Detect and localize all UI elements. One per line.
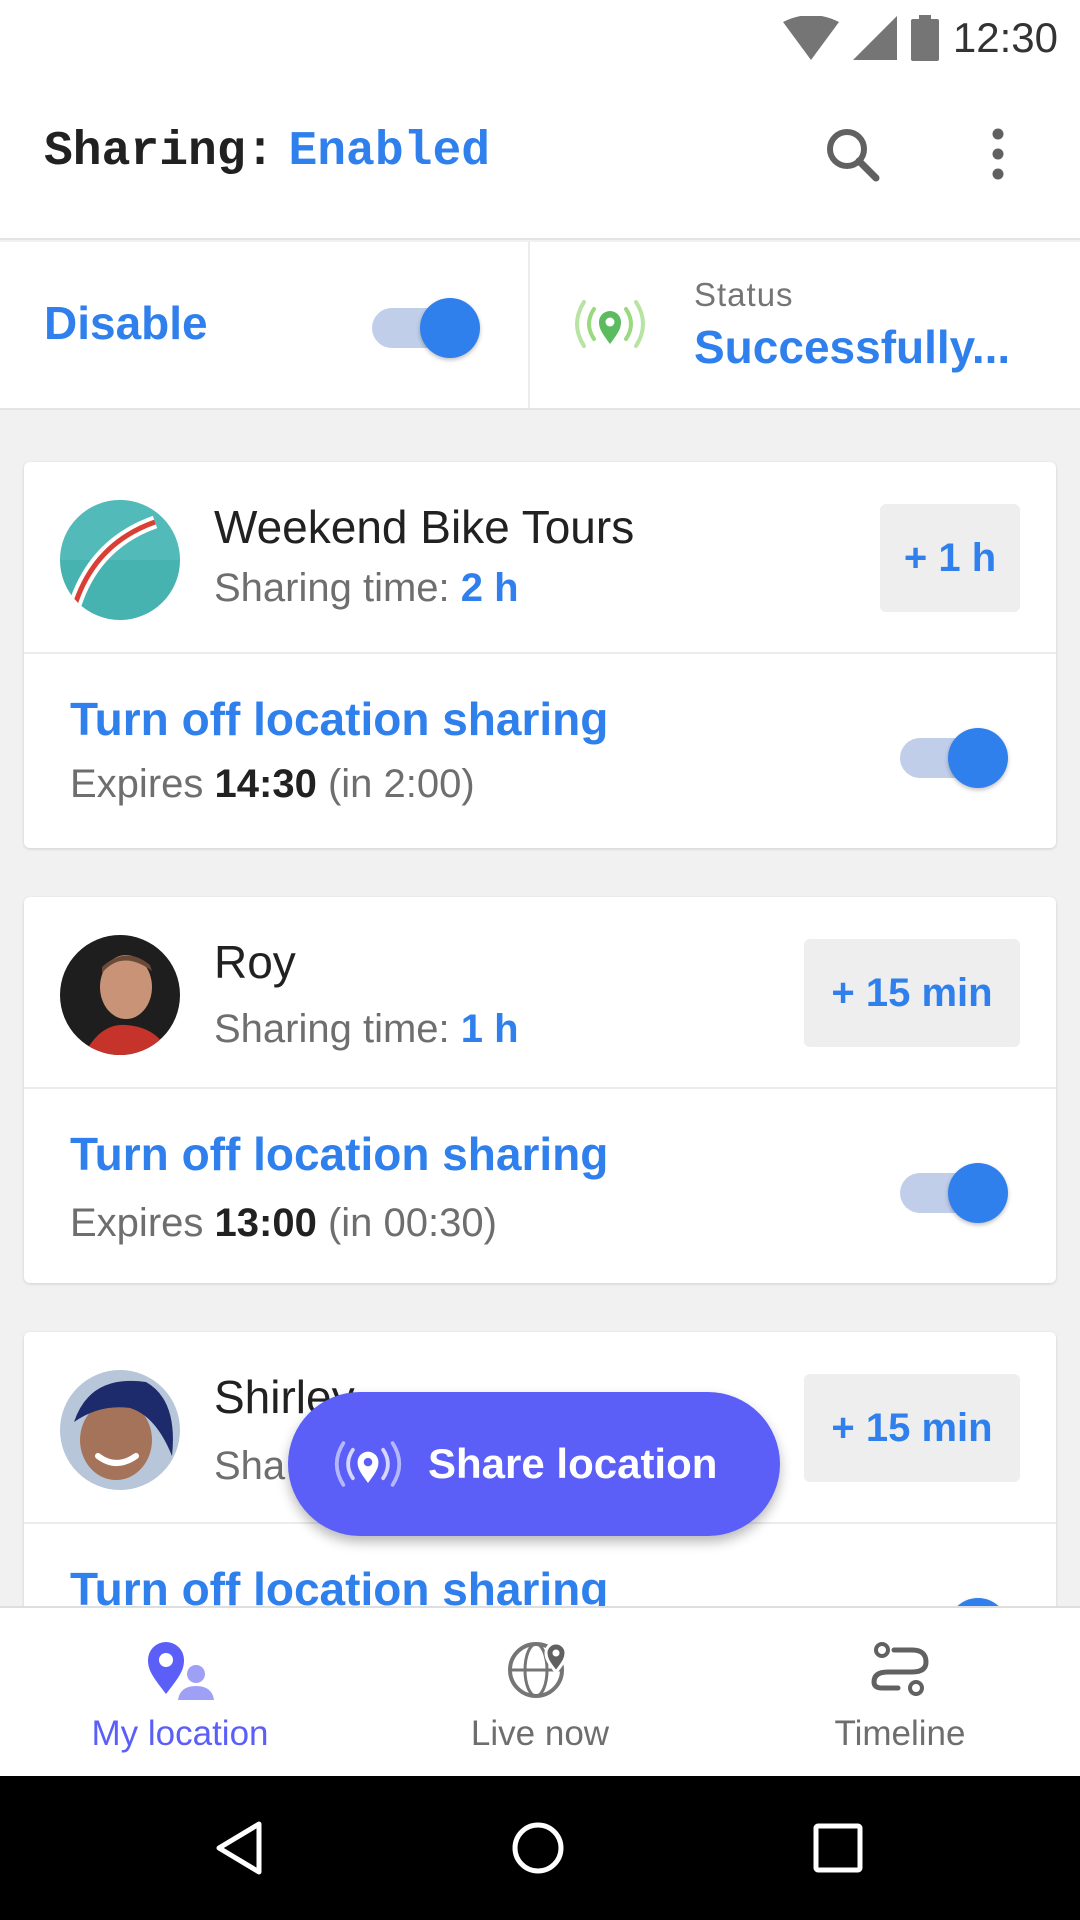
nav-live-now[interactable]: Live now (360, 1608, 720, 1778)
wifi-icon (782, 16, 839, 60)
turn-off-sharing-label[interactable]: Turn off location sharing (70, 692, 608, 746)
sharing-time: Sharing time: 2 h (214, 566, 519, 611)
sharing-controls: Disable Status Successfully... (0, 242, 1080, 410)
share-location-button[interactable]: Share location (288, 1392, 780, 1536)
globe-pin-icon (508, 1641, 568, 1698)
battery-icon (910, 15, 939, 61)
avatar (60, 1370, 180, 1490)
extend-time-button[interactable]: + 1 h (880, 504, 1020, 612)
status-value: Successfully... (694, 321, 1011, 373)
timeline-route-icon (871, 1642, 929, 1696)
card-sharing-toggle[interactable] (900, 722, 1008, 788)
sharing-time-label: Sha (214, 1444, 286, 1488)
turn-off-sharing-label[interactable]: Turn off location sharing (70, 1127, 608, 1181)
status-bar: 12:30 (0, 0, 1080, 78)
back-icon[interactable] (214, 1820, 264, 1876)
nav-my-location[interactable]: My location (0, 1608, 360, 1778)
status-label: Status (694, 276, 794, 313)
expires-remaining: (in 2:00) (327, 762, 475, 806)
expires-info: Expires 14:30 (in 2:00) (70, 762, 475, 806)
share-card: Weekend Bike Tours Sharing time: 2 h + 1… (24, 462, 1056, 848)
sharing-time-value: 2 h (460, 566, 519, 610)
sharing-toggle[interactable] (372, 292, 480, 358)
contact-name: Weekend Bike Tours (214, 501, 635, 553)
nav-label: Timeline (834, 1714, 966, 1753)
nav-label: Live now (470, 1714, 610, 1753)
avatar (60, 935, 180, 1055)
disable-label[interactable]: Disable (44, 296, 208, 350)
bottom-navigation: My location Live now Timeline (0, 1606, 1080, 1776)
sharing-state: Enabled (288, 125, 491, 179)
sharing-time-label: Sharing time: (214, 566, 450, 610)
expires-time: 14:30 (214, 762, 317, 806)
app-bar: Sharing: Enabled (0, 78, 1080, 240)
sharing-time-label: Sharing time: (214, 1007, 450, 1051)
cell-signal-icon (852, 16, 897, 60)
person-pin-icon (148, 1642, 214, 1700)
location-broadcast-icon (575, 300, 645, 348)
recents-icon[interactable] (812, 1822, 864, 1874)
nav-timeline[interactable]: Timeline (720, 1608, 1080, 1778)
nav-label: My location (91, 1714, 269, 1753)
clock: 12:30 (952, 14, 1058, 61)
card-sharing-toggle[interactable] (900, 1157, 1008, 1223)
more-vert-icon[interactable] (980, 124, 1016, 184)
divider (528, 242, 530, 408)
location-broadcast-icon (334, 1441, 402, 1487)
expires-remaining: (in 00:30) (327, 1201, 497, 1245)
page-title: Sharing: Enabled (44, 125, 490, 179)
sharing-time-value: 1 h (460, 1007, 519, 1051)
system-navigation-bar (0, 1776, 1080, 1920)
share-location-label: Share location (428, 1440, 718, 1487)
search-icon[interactable] (822, 124, 882, 184)
sharing-time: Sharing time: 1 h (214, 1007, 519, 1052)
extend-time-button[interactable]: + 15 min (804, 939, 1020, 1047)
expires-time: 13:00 (214, 1201, 317, 1245)
share-card: Roy Sharing time: 1 h + 15 min Turn off … (24, 897, 1056, 1283)
avatar (60, 500, 180, 620)
home-icon[interactable] (510, 1820, 566, 1876)
extend-time-button[interactable]: + 15 min (804, 1374, 1020, 1482)
sharing-label: Sharing: (44, 125, 275, 179)
contact-name: Roy (214, 936, 296, 988)
expires-info: Expires 13:00 (in 00:30) (70, 1201, 497, 1245)
